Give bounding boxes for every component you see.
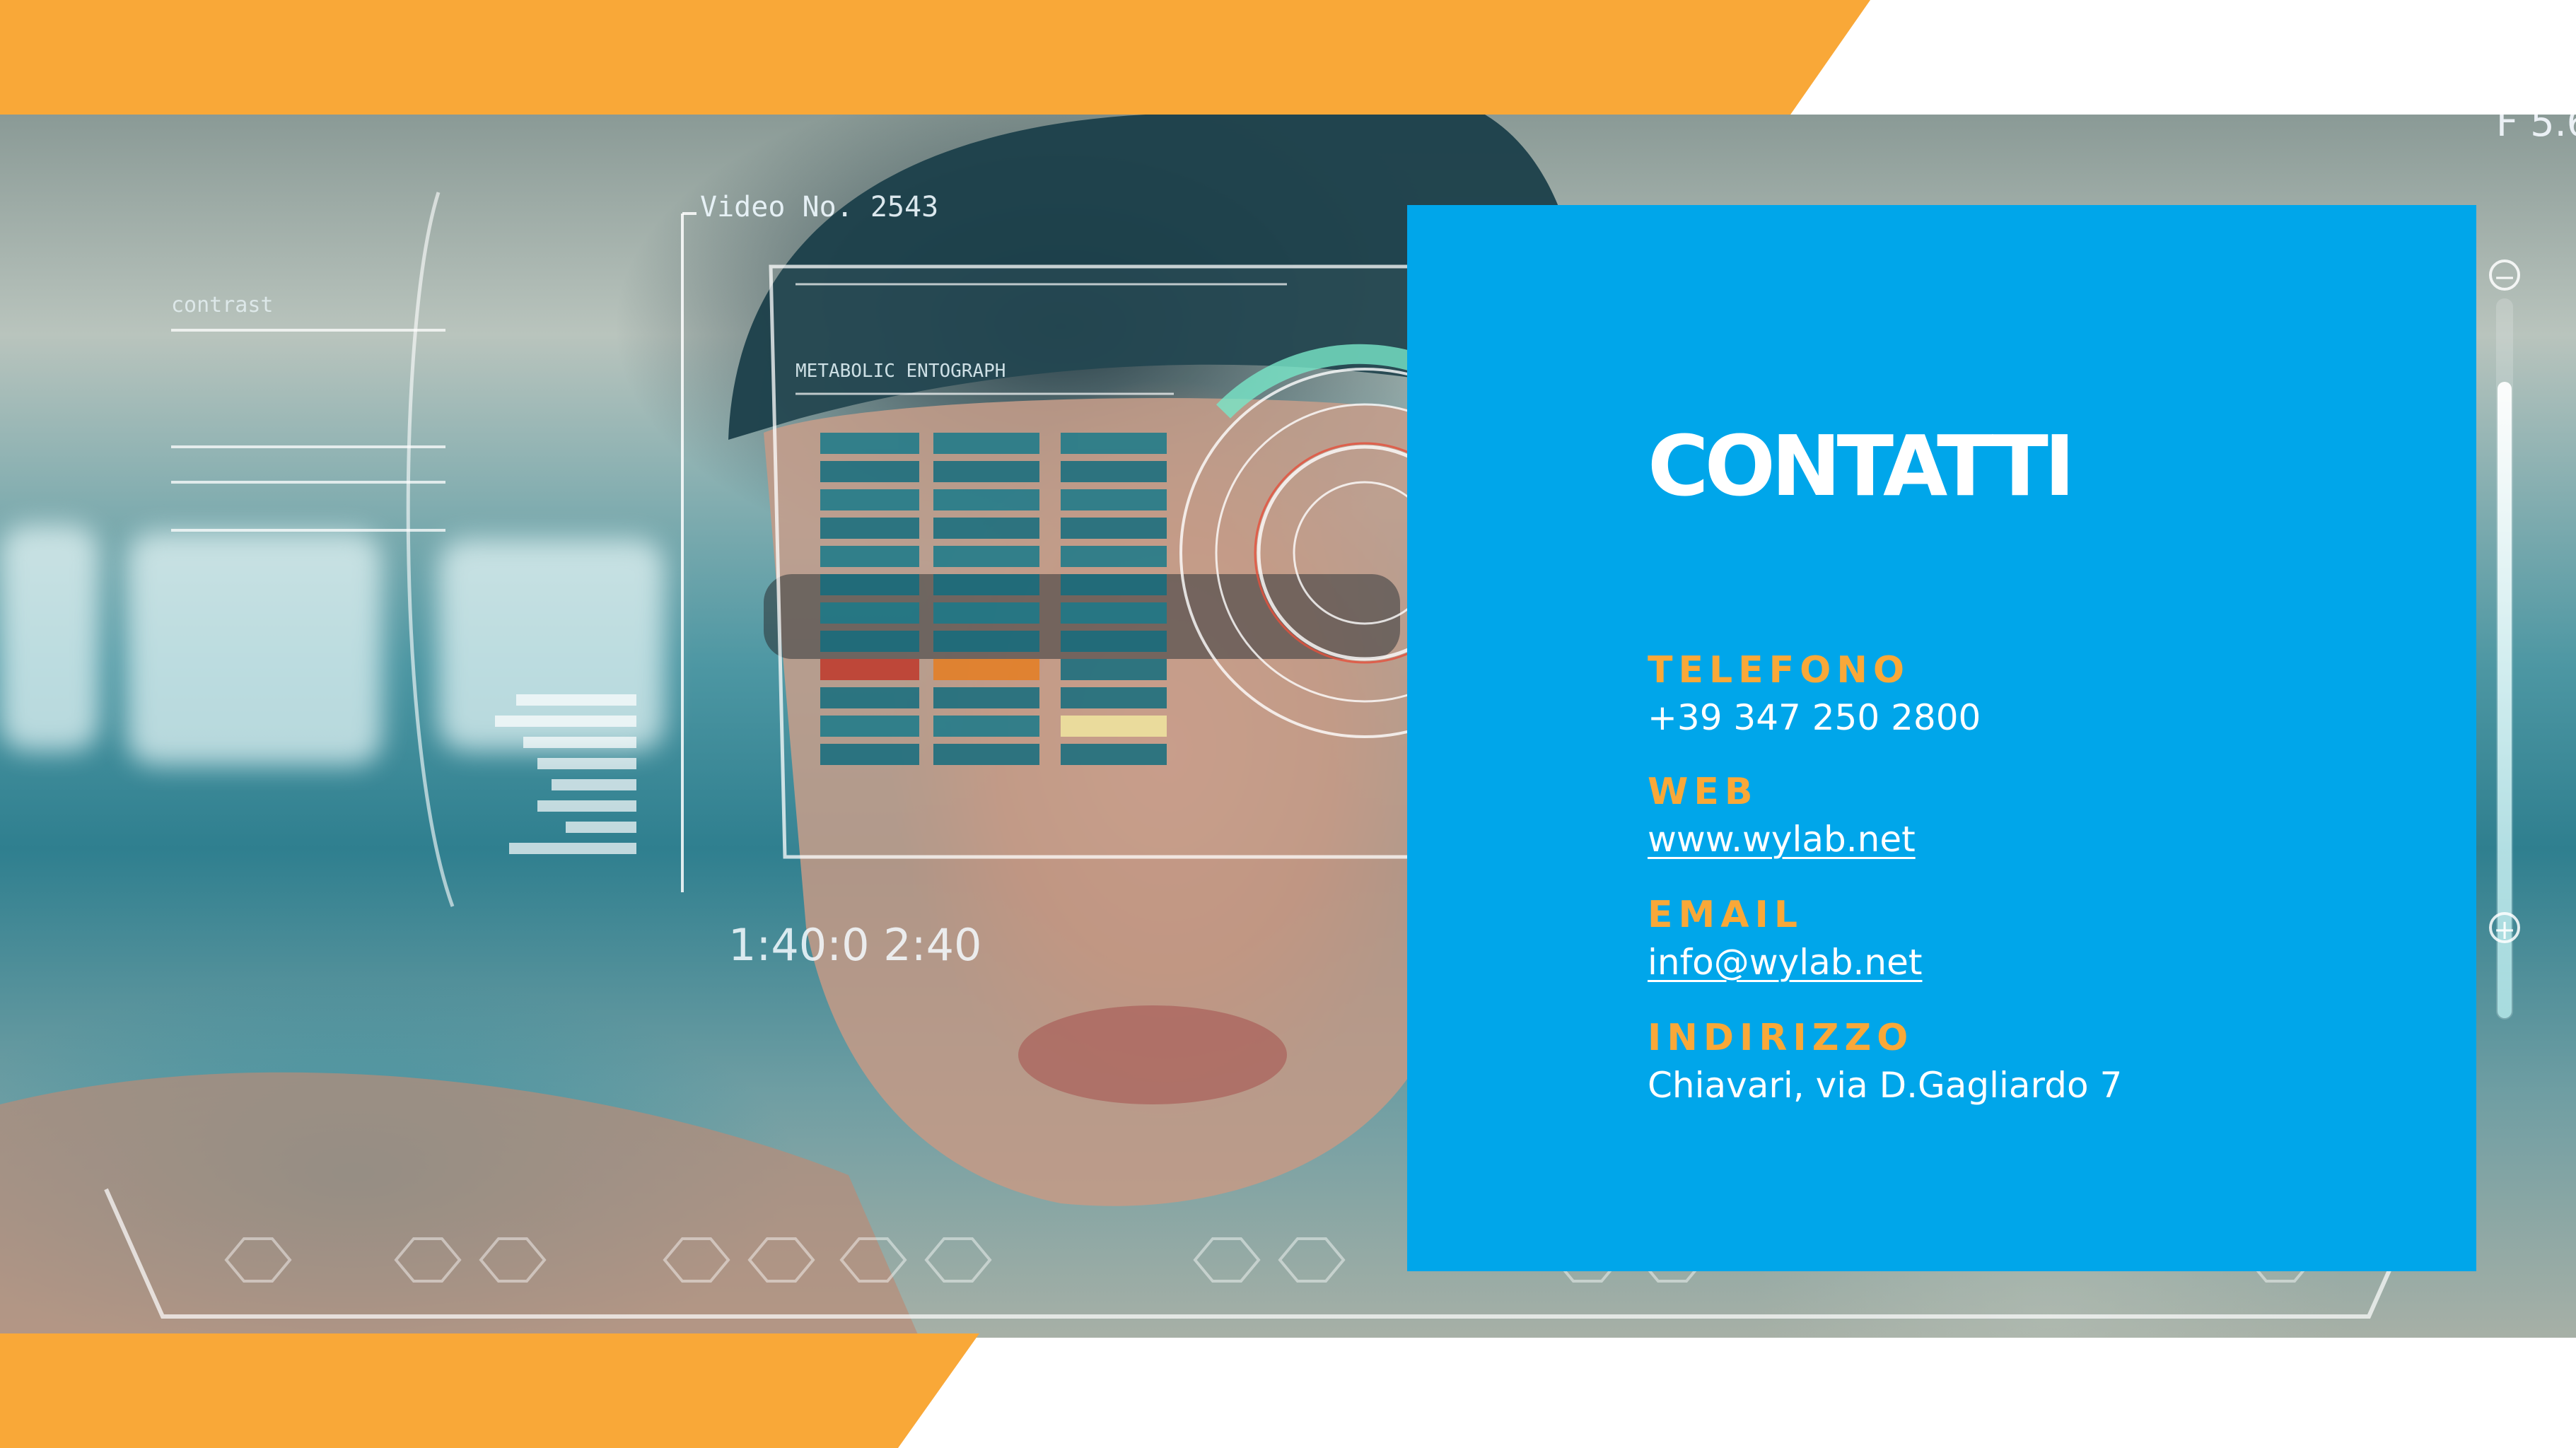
zoom-minus-icon: − xyxy=(2489,259,2520,292)
web-label: WEB xyxy=(1648,771,1759,813)
phone-label: TELEFONO xyxy=(1648,649,1911,691)
contact-web: WEB www.wylab.net xyxy=(1648,773,1916,859)
web-link[interactable]: www.wylab.net xyxy=(1648,820,1916,859)
contact-address: INDIRIZZO Chiavari, via D.Gagliardo 7 xyxy=(1648,1020,2122,1105)
hud-fnumber: F 5.6 xyxy=(2496,115,2576,145)
email-label: EMAIL xyxy=(1648,894,1803,936)
slide: Video No. 2543 contrast METABOLIC ENTOGR… xyxy=(0,0,2576,1448)
contact-email: EMAIL info@wylab.net xyxy=(1648,897,1922,982)
phone-value: +39 347 250 2800 xyxy=(1648,697,1981,738)
contact-phone: TELEFONO +39 347 250 2800 xyxy=(1648,652,1981,737)
bottom-accent-band xyxy=(0,1333,979,1448)
hud-time-readout: 1:40:0 2:40 xyxy=(728,919,982,971)
address-label: INDIRIZZO xyxy=(1648,1017,1914,1059)
contact-card: CONTATTI TELEFONO +39 347 250 2800 WEB w… xyxy=(1407,205,2476,1271)
top-accent-band xyxy=(0,0,1870,117)
page-title: CONTATTI xyxy=(1648,417,2075,515)
address-value: Chiavari, via D.Gagliardo 7 xyxy=(1648,1065,2123,1106)
hud-contrast-label: contrast xyxy=(171,293,274,317)
hud-video-label: Video No. 2543 xyxy=(700,191,939,223)
zoom-plus-icon: + xyxy=(2489,912,2520,945)
hud-metabolic-label: METABOLIC ENTOGRAPH xyxy=(795,361,1006,382)
email-link[interactable]: info@wylab.net xyxy=(1648,943,1922,982)
